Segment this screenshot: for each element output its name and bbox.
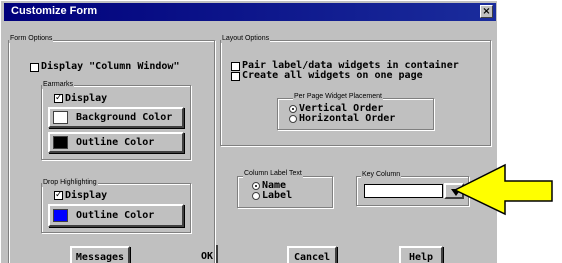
pair-label-checkbox[interactable] — [231, 62, 240, 71]
horizontal-order-radio[interactable] — [289, 115, 297, 123]
label-radio[interactable] — [252, 192, 260, 200]
drop-highlighting-label: Drop Highlighting — [42, 178, 98, 187]
ok-button[interactable]: OK — [201, 251, 213, 262]
label-radio-label: Label — [262, 190, 293, 201]
drop-outline-color-label: Outline Color — [76, 210, 155, 221]
create-all-checkbox[interactable] — [231, 72, 240, 81]
earmarks-outline-swatch — [53, 136, 68, 149]
earmarks-outline-color-button[interactable]: Outline Color — [48, 132, 184, 153]
widget-placement-label: Per Page Widget Placement — [293, 92, 383, 101]
earmarks-outline-color-label: Outline Color — [76, 137, 155, 148]
layout-options-label: Layout Options — [221, 34, 271, 43]
cancel-button[interactable]: Cancel — [287, 246, 337, 263]
create-all-text: Create all widgets on one page — [242, 70, 423, 81]
close-button[interactable]: × — [480, 5, 493, 18]
drop-outline-swatch — [53, 209, 68, 222]
window-title: Customize Form — [11, 5, 98, 17]
column-label-text-label: Column Label Text — [243, 169, 303, 178]
vertical-order-radio[interactable] — [289, 105, 297, 113]
key-column-dropdown-button[interactable] — [444, 183, 464, 199]
background-color-swatch — [53, 111, 68, 124]
earmarks-display-label: Display — [65, 93, 108, 104]
messages-button[interactable]: Messages — [70, 246, 130, 263]
form-options-label: Form Options — [9, 34, 54, 43]
background-color-button[interactable]: Background Color — [48, 107, 184, 128]
drop-outline-color-button[interactable]: Outline Color — [48, 204, 184, 227]
display-column-window-label: Display "Column Window" — [41, 61, 180, 72]
earmarks-display-checkbox[interactable]: ✓ — [54, 94, 63, 103]
horizontal-order-label: Horizontal Order — [299, 113, 396, 124]
help-button[interactable]: Help — [399, 246, 443, 263]
key-column-input[interactable] — [364, 184, 443, 198]
drop-display-checkbox[interactable]: ✓ — [54, 191, 63, 200]
title-bar[interactable]: Customize Form × — [4, 3, 496, 21]
customize-form-dialog: Customize Form × Form Options Display "C… — [0, 0, 497, 263]
ok-button-edge — [216, 245, 218, 263]
key-column-label: Key Column — [361, 170, 402, 179]
name-radio[interactable] — [252, 182, 260, 190]
earmarks-label: Earmarks — [42, 80, 74, 89]
background-color-label: Background Color — [76, 112, 173, 123]
drop-display-label: Display — [65, 190, 108, 201]
display-column-window-checkbox[interactable] — [30, 63, 39, 72]
